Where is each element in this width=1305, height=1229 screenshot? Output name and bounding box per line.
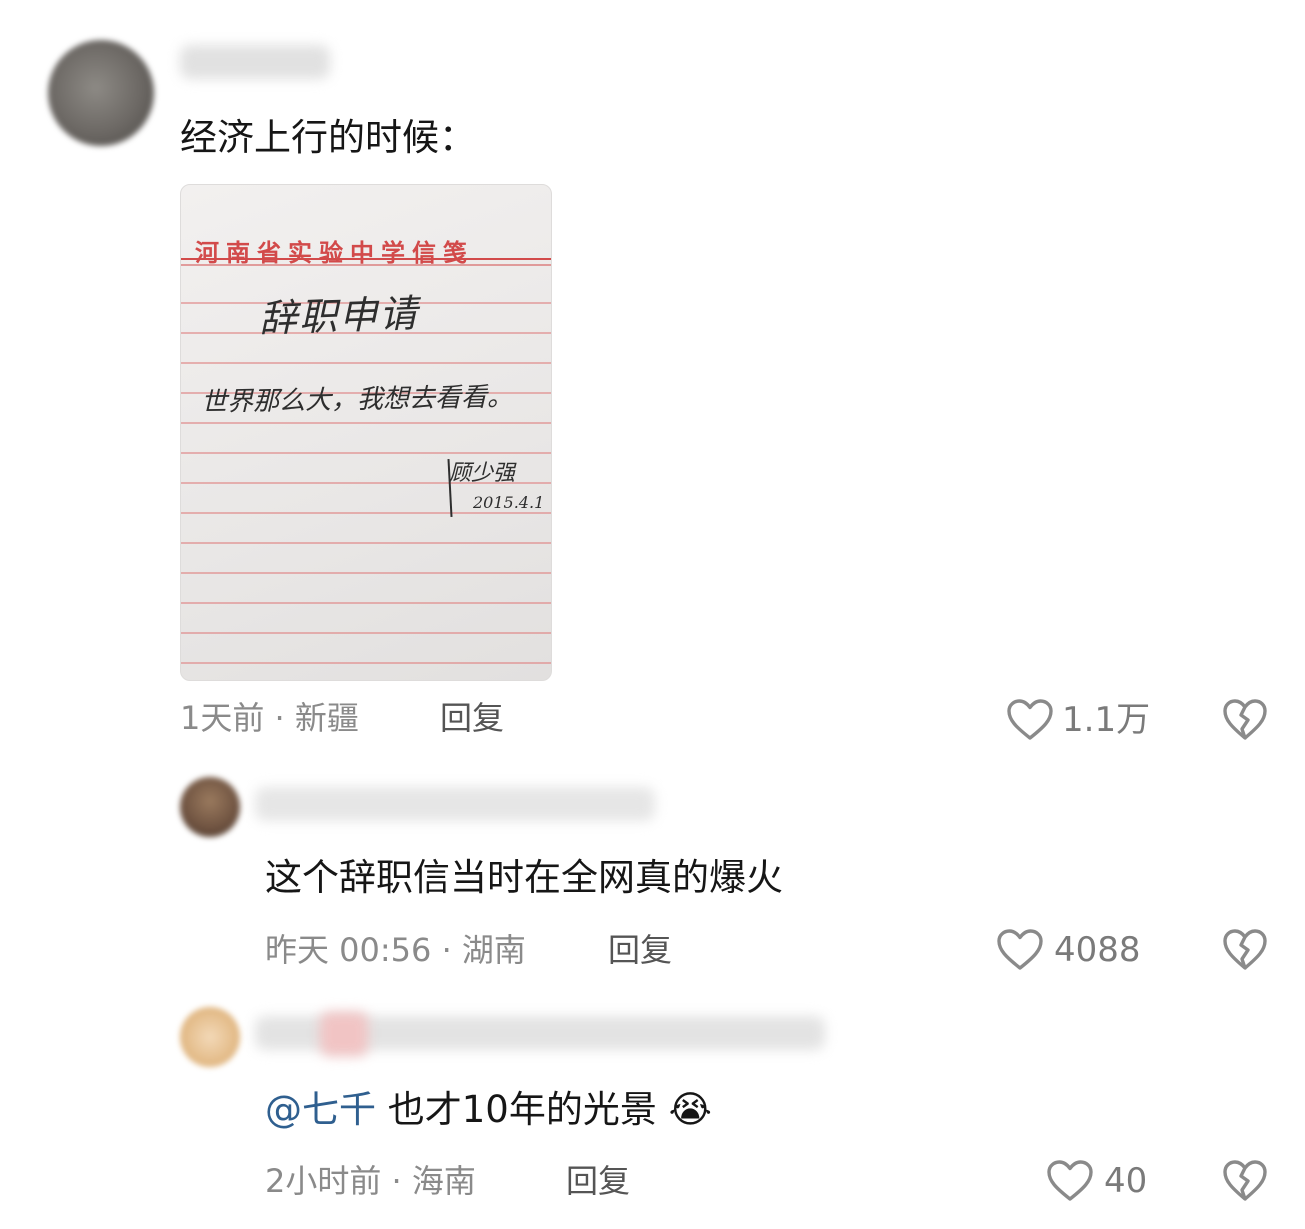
letter-date: 2015.4.1: [473, 493, 545, 512]
reply-button[interactable]: 回复: [608, 930, 672, 970]
broken-heart-icon[interactable]: [1222, 1159, 1268, 1203]
broken-heart-icon[interactable]: [1222, 698, 1268, 742]
letter-handwritten-title: 辞职申请: [258, 291, 420, 341]
commenter-avatar[interactable]: [180, 1007, 240, 1067]
comment-text: 也才10年的光景: [387, 1088, 657, 1131]
crying-emoji-icon: 😭: [668, 1088, 712, 1131]
comment-location: 海南: [411, 1162, 476, 1200]
comment-meta: 昨天 00:56 · 湖南: [265, 930, 526, 970]
like-count: 40: [1104, 1161, 1148, 1201]
comment-image-resignation-letter[interactable]: 河南省实验中学信笺 辞职申请 世界那么大，我想去看看。 顾少强 2015.4.1: [180, 184, 552, 681]
commenter-avatar[interactable]: [48, 40, 154, 146]
letterhead-title: 河南省实验中学信笺: [195, 238, 474, 267]
commenter-avatar[interactable]: [180, 777, 240, 837]
broken-heart-icon[interactable]: [1222, 928, 1268, 972]
comment-meta: 1天前 · 新疆: [180, 698, 359, 738]
commenter-name-blurred[interactable]: [180, 45, 330, 79]
comment-text-line: @七千 也才10年的光景 😭: [265, 1088, 712, 1132]
comment-time: 2小时前: [265, 1162, 382, 1200]
meta-separator: ·: [441, 931, 452, 969]
heart-outline-icon[interactable]: [996, 928, 1044, 972]
comment-location: 湖南: [461, 931, 526, 969]
heart-outline-icon[interactable]: [1006, 698, 1054, 742]
reply-button[interactable]: 回复: [440, 698, 504, 738]
letter-handwritten-body: 世界那么大，我想去看看。: [200, 382, 514, 418]
comment-location: 新疆: [294, 699, 359, 737]
comment-time: 1天前: [180, 699, 265, 737]
meta-separator: ·: [274, 699, 285, 737]
like-count: 1.1万: [1062, 700, 1151, 740]
comment-text: 经济上行的时候：: [180, 116, 476, 159]
reply-button[interactable]: 回复: [566, 1161, 630, 1201]
mention-link[interactable]: @七千: [265, 1088, 376, 1131]
comment-time: 昨天 00:56: [265, 931, 432, 969]
heart-outline-icon[interactable]: [1046, 1159, 1094, 1203]
comment-meta: 2小时前 · 海南: [265, 1161, 476, 1201]
like-count: 4088: [1054, 930, 1141, 970]
commenter-badge-blurred: [320, 1012, 368, 1056]
commenter-name-blurred[interactable]: [255, 787, 655, 821]
letter-signature: 顾少强: [449, 461, 516, 486]
comment-text: 这个辞职信当时在全网真的爆火: [265, 856, 783, 899]
meta-separator: ·: [391, 1162, 402, 1200]
